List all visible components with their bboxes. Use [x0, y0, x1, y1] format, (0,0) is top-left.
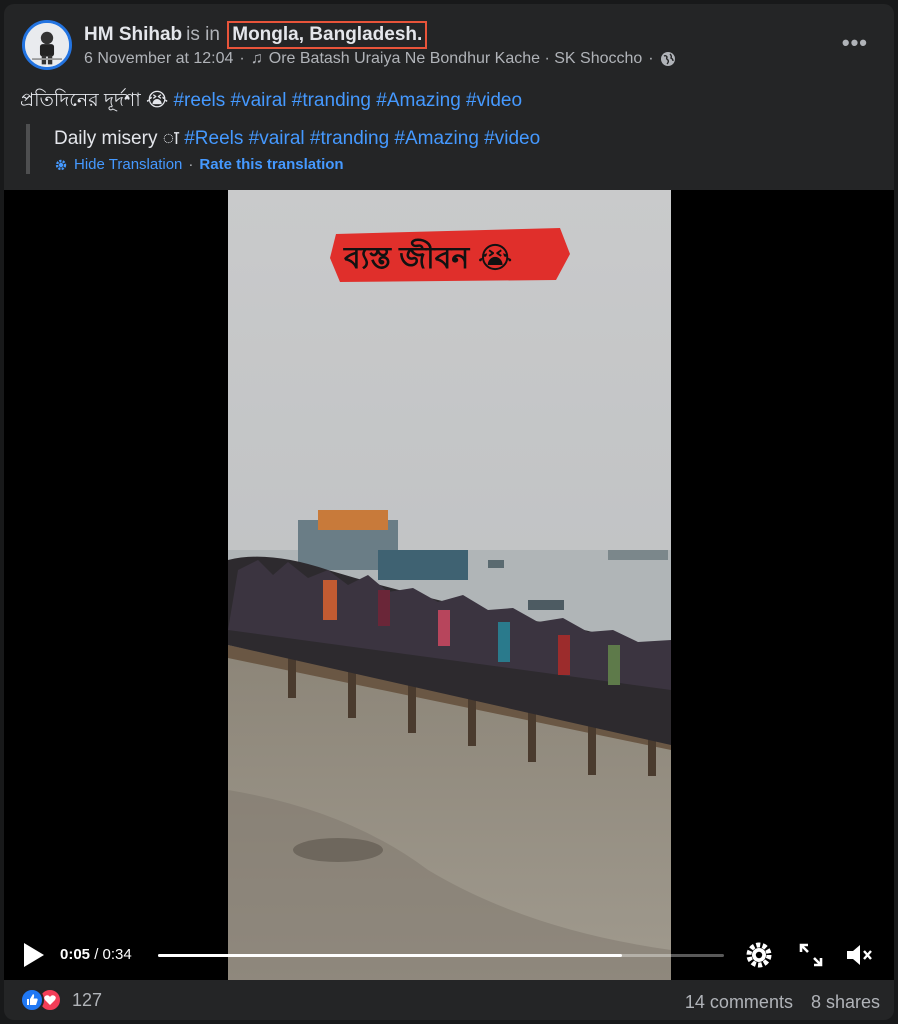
comments-count-link[interactable]: 14 comments — [685, 992, 793, 1013]
translation-text: Daily misery ा — [54, 128, 179, 149]
location-link[interactable]: Mongla, Bangladesh. — [227, 21, 428, 49]
meta-separator: · — [239, 50, 245, 67]
time-separator: / — [94, 946, 99, 963]
progress-bar[interactable] — [158, 954, 724, 957]
caption-hashtags[interactable]: #reels #vairal #tranding #Amazing #video — [173, 90, 522, 111]
post-caption: প্রতিদিনের দূর্দশা 😭 #reels #vairal #tra… — [20, 86, 522, 118]
author-name[interactable]: HM Shihab — [84, 24, 182, 45]
video-overlay-text: ব্যস্ত জীবন 😭 — [344, 242, 513, 275]
video-controls: 0:05 / 0:34 — [4, 930, 894, 980]
post-card: HM Shihab is in Mongla, Bangladesh. 6 Nov… — [4, 4, 894, 1020]
translation-hashtags[interactable]: #Reels #vairal #tranding #Amazing #video — [184, 128, 540, 149]
progress-fill — [158, 954, 623, 957]
duration: 0:34 — [102, 946, 132, 963]
reaction-count: 127 — [72, 989, 103, 1010]
reactions-summary[interactable]: 127 — [20, 988, 102, 1012]
current-time: 0:05 — [60, 946, 91, 963]
caption-text: প্রতিদিনের দূর্দশা 😭 — [20, 90, 169, 111]
translation-text-line: Daily misery ा #Reels #vairal #tranding … — [54, 124, 540, 150]
more-options-icon[interactable]: ••• — [842, 30, 868, 56]
location-name: Mongla, Bangladesh — [232, 24, 417, 45]
post-header: HM Shihab is in Mongla, Bangladesh. 6 Nov… — [4, 4, 894, 74]
post-date[interactable]: 6 November at 12:04 — [84, 50, 233, 68]
gear-icon — [54, 158, 68, 172]
rate-translation-link[interactable]: Rate this translation — [199, 156, 343, 173]
post-meta-line: 6 November at 12:04 · ♫ Ore Batash Uraiy… — [84, 50, 676, 68]
translation-block: Daily misery ा #Reels #vairal #tranding … — [26, 124, 540, 174]
like-reaction-icon — [20, 988, 44, 1012]
settings-gear-icon[interactable] — [744, 940, 774, 970]
avatar[interactable] — [22, 20, 72, 70]
video-scene — [228, 190, 671, 980]
post-footer: 127 14 comments 8 shares — [4, 980, 894, 1020]
music-note-icon: ♫ — [250, 50, 263, 67]
meta-separator-2: · — [648, 50, 654, 67]
video-player[interactable]: ব্যস্ত জীবন 😭 0:05 / 0:34 — [4, 190, 894, 980]
hide-translation-link[interactable]: Hide Translation — [74, 156, 182, 173]
shares-count-link[interactable]: 8 shares — [811, 992, 880, 1013]
video-time: 0:05 / 0:34 — [60, 946, 132, 963]
video-frame[interactable]: ব্যস্ত জীবন 😭 — [228, 190, 671, 980]
play-icon[interactable] — [22, 942, 46, 968]
location-suffix: . — [417, 24, 423, 45]
mute-icon[interactable] — [844, 940, 874, 970]
post-title-line: HM Shihab is in Mongla, Bangladesh. — [84, 21, 428, 49]
profile-picture-icon — [25, 23, 69, 67]
post-stats: 14 comments 8 shares — [685, 992, 880, 1013]
translation-links: Hide Translation · Rate this translation — [54, 156, 540, 173]
fullscreen-icon[interactable] — [796, 940, 826, 970]
globe-icon[interactable] — [660, 51, 676, 67]
music-title[interactable]: Ore Batash Uraiya Ne Bondhur Kache · SK … — [269, 50, 643, 68]
is-in-text: is in — [186, 24, 220, 45]
link-separator: · — [188, 156, 194, 173]
